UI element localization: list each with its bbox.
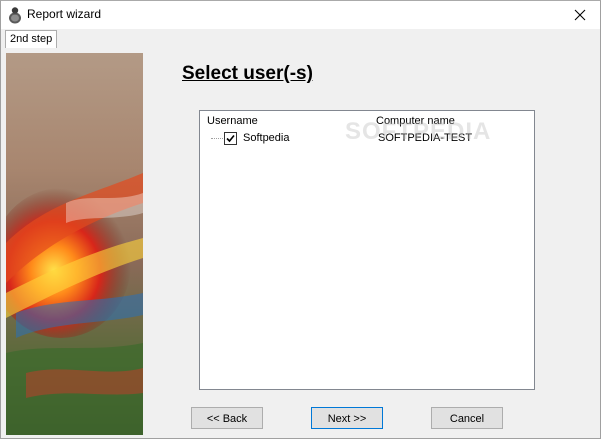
report-wizard-window: Report wizard 2nd step Select user(-s) U… [0, 0, 601, 439]
window-title: Report wizard [27, 7, 102, 21]
close-icon[interactable] [574, 9, 586, 21]
column-header-username[interactable]: Username [207, 115, 258, 127]
cell-computer-name: SOFTPEDIA-TEST [378, 132, 473, 144]
user-list[interactable]: Username Computer name Softpedia SOFTPED… [199, 110, 535, 390]
next-button[interactable]: Next >> [311, 407, 383, 429]
checkmark-icon [226, 134, 235, 143]
wizard-app-icon [8, 6, 22, 24]
column-header-computer-name[interactable]: Computer name [376, 115, 455, 127]
title-bar[interactable]: Report wizard [1, 1, 600, 29]
list-item[interactable]: Softpedia SOFTPEDIA-TEST [200, 131, 534, 147]
page-heading: Select user(-s) [182, 63, 313, 84]
cell-username: Softpedia [243, 132, 290, 144]
back-button[interactable]: << Back [191, 407, 263, 429]
tab-strip: 2nd step [1, 29, 600, 49]
cancel-button[interactable]: Cancel [431, 407, 503, 429]
tab-2nd-step[interactable]: 2nd step [5, 30, 58, 48]
side-painting-image [6, 53, 143, 435]
close-button[interactable] [560, 1, 600, 29]
user-checkbox[interactable] [224, 132, 237, 145]
